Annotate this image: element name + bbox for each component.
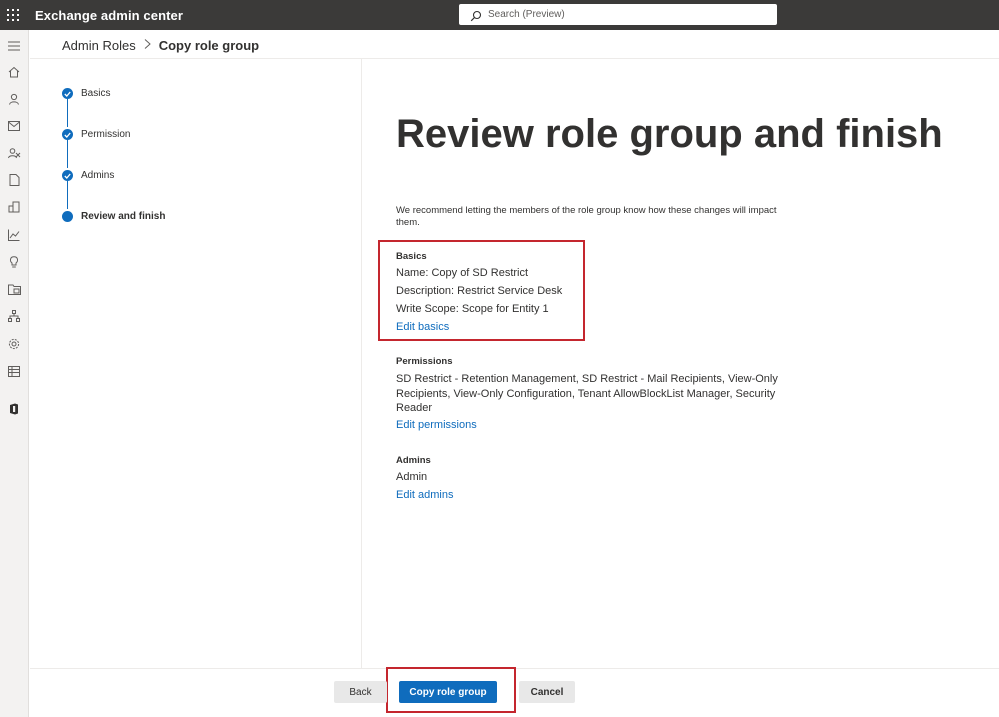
cancel-button[interactable]: Cancel [519,681,575,703]
step-review[interactable]: Review and finish [62,211,165,222]
lightbulb-icon[interactable] [6,254,22,270]
chevron-right-icon [144,38,151,52]
step-label: Review and finish [81,211,166,222]
breadcrumb-admin-roles[interactable]: Admin Roles [62,38,136,53]
step-connector [67,99,68,127]
checkmark-icon [62,88,73,99]
permissions-heading: Permissions [396,356,453,367]
org-icon[interactable] [6,308,22,324]
app-launcher-button[interactable] [0,0,26,30]
intro-text: We recommend letting the members of the … [396,205,777,228]
gear-icon[interactable] [6,336,22,352]
step-connector [67,181,68,209]
edit-admins-link[interactable]: Edit admins [396,489,453,501]
folder-icon[interactable] [6,281,22,297]
search-box[interactable]: Search (Preview) [459,4,777,25]
step-basics[interactable]: Basics [62,88,110,99]
admins-heading: Admins [396,455,431,466]
app-title[interactable]: Exchange admin center [35,8,183,23]
table-icon[interactable] [6,363,22,379]
basics-name: Name: Copy of SD Restrict [396,267,529,279]
breadcrumb-current: Copy role group [158,37,260,53]
waffle-icon [7,9,19,21]
page-title: Review role group and finish [396,112,943,156]
step-admins[interactable]: Admins [62,170,114,181]
edit-basics-link[interactable]: Edit basics [396,321,449,333]
chart-icon[interactable] [6,227,22,243]
document-icon[interactable] [6,172,22,188]
search-input[interactable]: Search (Preview) [488,9,565,20]
basics-heading: Basics [396,251,427,262]
building-icon[interactable] [6,199,22,215]
basics-description: Description: Restrict Service Desk [396,285,563,297]
checkmark-icon [62,129,73,140]
back-button[interactable]: Back [334,681,387,703]
hamburger-icon[interactable] [6,38,22,54]
step-label: Permission [81,129,131,140]
people-icon[interactable] [6,145,22,161]
edit-permissions-link[interactable]: Edit permissions [396,419,477,431]
mail-icon[interactable] [6,118,22,134]
current-step-dot-icon [62,211,73,222]
step-label: Admins [81,170,115,181]
search-icon [470,9,482,21]
checkmark-icon [62,170,73,181]
step-label: Basics [81,88,111,99]
person-icon[interactable] [6,91,22,107]
step-connector [67,140,68,168]
step-permission[interactable]: Permission [62,129,130,140]
copy-role-group-button[interactable]: Copy role group [399,681,497,703]
admins-value: Admin [396,471,428,483]
breadcrumb: Admin Roles Copy role group [62,36,259,54]
left-nav [0,30,29,717]
office-icon[interactable] [6,401,22,417]
wizard-stepper: Basics Permission Admins Review and fini… [30,59,362,668]
top-bar: Exchange admin center Search (Preview) [0,0,999,30]
basics-write-scope: Write Scope: Scope for Entity 1 [396,303,549,315]
home-icon[interactable] [6,64,22,80]
permissions-list: SD Restrict - Retention Management, SD R… [396,373,778,414]
